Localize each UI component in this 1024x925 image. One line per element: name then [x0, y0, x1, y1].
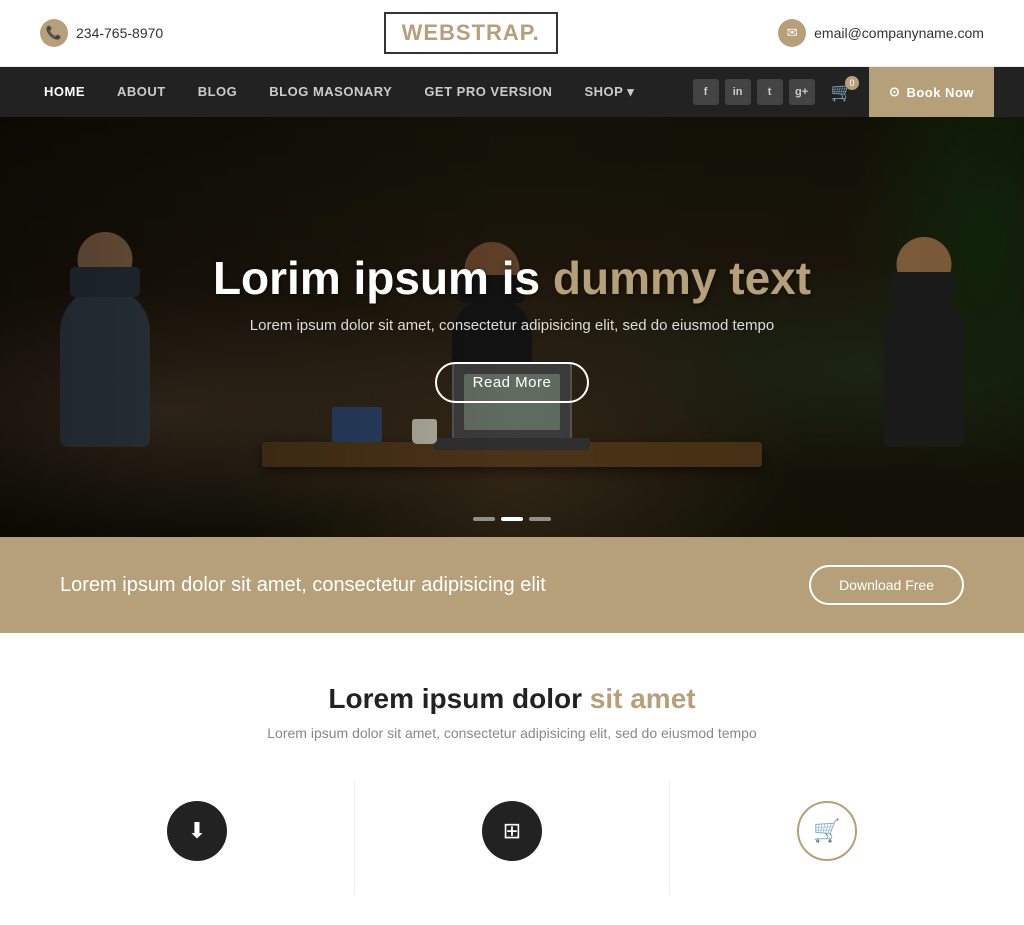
cart-icon[interactable]: 🛒 0 [831, 82, 853, 103]
nav-links: HOME ABOUT BLOG BLOG MASONARY GET PRO VE… [30, 67, 693, 117]
grid-icon: ⊞ [482, 801, 542, 861]
hero-dots [473, 517, 551, 521]
nav-get-pro[interactable]: GET PRO VERSION [410, 67, 566, 117]
nav-about[interactable]: ABOUT [103, 67, 180, 117]
dot-3[interactable] [529, 517, 551, 521]
features-section: Lorem ipsum dolor sit amet Lorem ipsum d… [0, 633, 1024, 925]
hero-title-accent: dummy text [553, 252, 811, 304]
download-free-button[interactable]: Download Free [809, 565, 964, 605]
section-title: Lorem ipsum dolor sit amet [40, 683, 984, 715]
icon-cards: ⬇ ⊞ 🛒 [40, 781, 984, 895]
book-icon: ⊙ [889, 84, 900, 100]
linkedin-icon[interactable]: in [725, 79, 751, 105]
email-address: email@companyname.com [814, 25, 984, 41]
read-more-button[interactable]: Read More [435, 362, 590, 403]
hero-section: Lorim ipsum is dummy text Lorem ipsum do… [0, 117, 1024, 537]
cart-circle-icon: 🛒 [797, 801, 857, 861]
googleplus-icon[interactable]: g+ [789, 79, 815, 105]
twitter-icon[interactable]: t [757, 79, 783, 105]
facebook-icon[interactable]: f [693, 79, 719, 105]
email-icon: ✉ [778, 19, 806, 47]
logo-part2: STRAP. [456, 20, 540, 45]
shop-chevron: ▾ [627, 67, 634, 117]
book-now-label: Book Now [906, 85, 974, 100]
promo-band: Lorem ipsum dolor sit amet, consectetur … [0, 537, 1024, 633]
icon-card-1: ⬇ [40, 781, 355, 895]
logo-part1: WEB [402, 20, 456, 45]
section-title-accent: sit amet [590, 683, 696, 714]
phone-contact: 📞 234-765-8970 [40, 19, 163, 47]
top-bar: 📞 234-765-8970 WEBSTRAP. ✉ email@company… [0, 0, 1024, 67]
phone-number: 234-765-8970 [76, 25, 163, 41]
email-contact: ✉ email@companyname.com [778, 19, 984, 47]
nav-home[interactable]: HOME [30, 67, 99, 117]
hero-title-prefix: Lorim ipsum is [213, 252, 540, 304]
dot-1[interactable] [473, 517, 495, 521]
icon-card-2: ⊞ [355, 781, 670, 895]
logo[interactable]: WEBSTRAP. [384, 12, 558, 54]
phone-icon: 📞 [40, 19, 68, 47]
navbar: HOME ABOUT BLOG BLOG MASONARY GET PRO VE… [0, 67, 1024, 117]
dot-2[interactable] [501, 517, 523, 521]
download-icon: ⬇ [167, 801, 227, 861]
hero-content: Lorim ipsum is dummy text Lorem ipsum do… [162, 251, 862, 403]
section-title-prefix: Lorem ipsum dolor [328, 683, 582, 714]
nav-shop[interactable]: SHOP ▾ [570, 67, 648, 117]
cart-badge: 0 [845, 76, 859, 90]
icon-card-3: 🛒 [670, 781, 984, 895]
section-subtitle: Lorem ipsum dolor sit amet, consectetur … [40, 725, 984, 741]
hero-title: Lorim ipsum is dummy text [162, 251, 862, 305]
nav-blog-masonary[interactable]: BLOG MASONARY [255, 67, 406, 117]
social-icons: f in t g+ [693, 79, 815, 105]
promo-text: Lorem ipsum dolor sit amet, consectetur … [60, 574, 546, 597]
book-now-button[interactable]: ⊙ Book Now [869, 67, 994, 117]
hero-subtitle: Lorem ipsum dolor sit amet, consectetur … [162, 317, 862, 334]
nav-blog[interactable]: BLOG [184, 67, 252, 117]
